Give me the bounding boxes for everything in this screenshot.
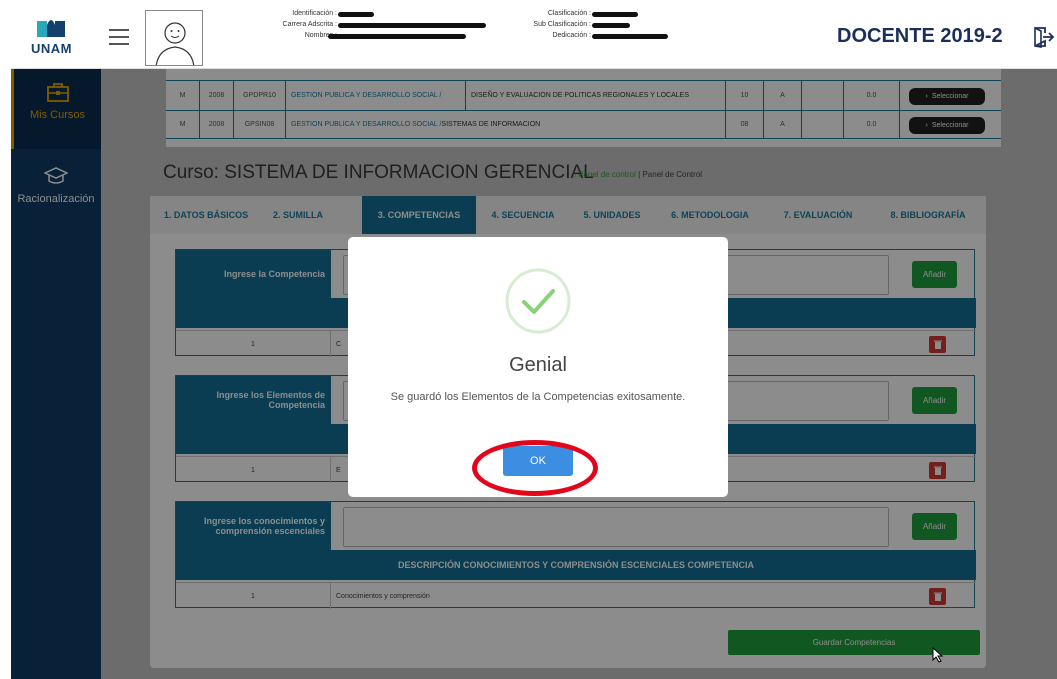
- nombres-label: Nombres :: [304, 32, 337, 39]
- dialog-message: Se guardó los Elementos de la Competenci…: [390, 391, 686, 403]
- logo-text: UNAM: [31, 41, 72, 56]
- identificacion-value-redacted: [338, 12, 374, 17]
- top-header: UNAM Identificación : Carrera Adscrita :…: [11, 7, 1057, 69]
- dialog-title: Genial: [509, 354, 567, 376]
- sub-clasificacion-value-redacted: [592, 23, 630, 28]
- carrera-label: Carrera Adscrita :: [282, 21, 337, 28]
- unam-logo-mark-icon: [37, 20, 65, 37]
- role-title: DOCENTE 2019-2: [837, 25, 1003, 47]
- user-avatar: [145, 10, 203, 66]
- success-check-icon: [505, 268, 571, 334]
- identificacion-label: Identificación :: [292, 10, 337, 17]
- logout-icon[interactable]: [1031, 25, 1055, 49]
- carrera-value-redacted: [338, 23, 486, 28]
- dedicacion-value-redacted: [592, 34, 668, 39]
- unam-logo[interactable]: UNAM: [21, 15, 81, 61]
- nombres-value-redacted: [328, 34, 466, 39]
- dedicacion-label: Dedicación :: [552, 32, 591, 39]
- mouse-cursor-icon: [932, 647, 944, 663]
- sub-clasificacion-label: Sub Clasificación :: [533, 21, 591, 28]
- clasificacion-value-redacted: [592, 12, 638, 17]
- menu-toggle-icon[interactable]: [109, 29, 129, 45]
- user-silhouette-icon: [155, 22, 195, 65]
- highlight-ring: [472, 440, 598, 496]
- clasificacion-label: Clasificación :: [547, 10, 591, 17]
